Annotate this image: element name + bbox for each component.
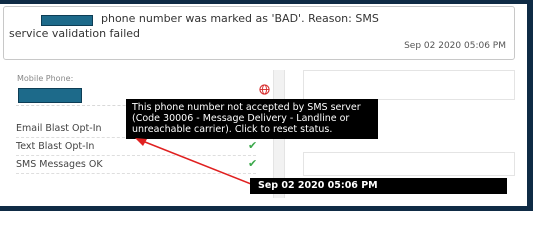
notification-message: phone number was marked as 'BAD'. Reason… xyxy=(9,12,379,40)
annotation-timestamp: Sep 02 2020 05:06 PM xyxy=(250,178,507,194)
window-frame-right xyxy=(527,0,533,211)
window-frame-bottom xyxy=(0,206,533,211)
mobile-phone-field[interactable] xyxy=(18,88,82,103)
option-underline xyxy=(16,173,256,174)
check-icon[interactable]: ✔ xyxy=(248,157,257,170)
window-frame-top xyxy=(0,0,533,4)
side-panel-box xyxy=(303,152,515,176)
option-underline xyxy=(16,155,256,156)
notification-timestamp: Sep 02 2020 05:06 PM xyxy=(404,41,506,51)
mobile-phone-label: Mobile Phone: xyxy=(17,74,74,83)
check-icon[interactable]: ✔ xyxy=(248,139,257,152)
sms-messages-ok-label: SMS Messages OK xyxy=(16,159,103,170)
globe-icon[interactable] xyxy=(259,84,270,95)
email-blast-opt-in-label: Email Blast Opt-In xyxy=(16,123,102,134)
sms-status-tooltip[interactable]: This phone number not accepted by SMS se… xyxy=(126,99,378,139)
text-blast-opt-in-label: Text Blast Opt-In xyxy=(16,141,95,152)
side-panel-box xyxy=(303,70,515,100)
status-notification: phone number was marked as 'BAD'. Reason… xyxy=(3,6,515,60)
